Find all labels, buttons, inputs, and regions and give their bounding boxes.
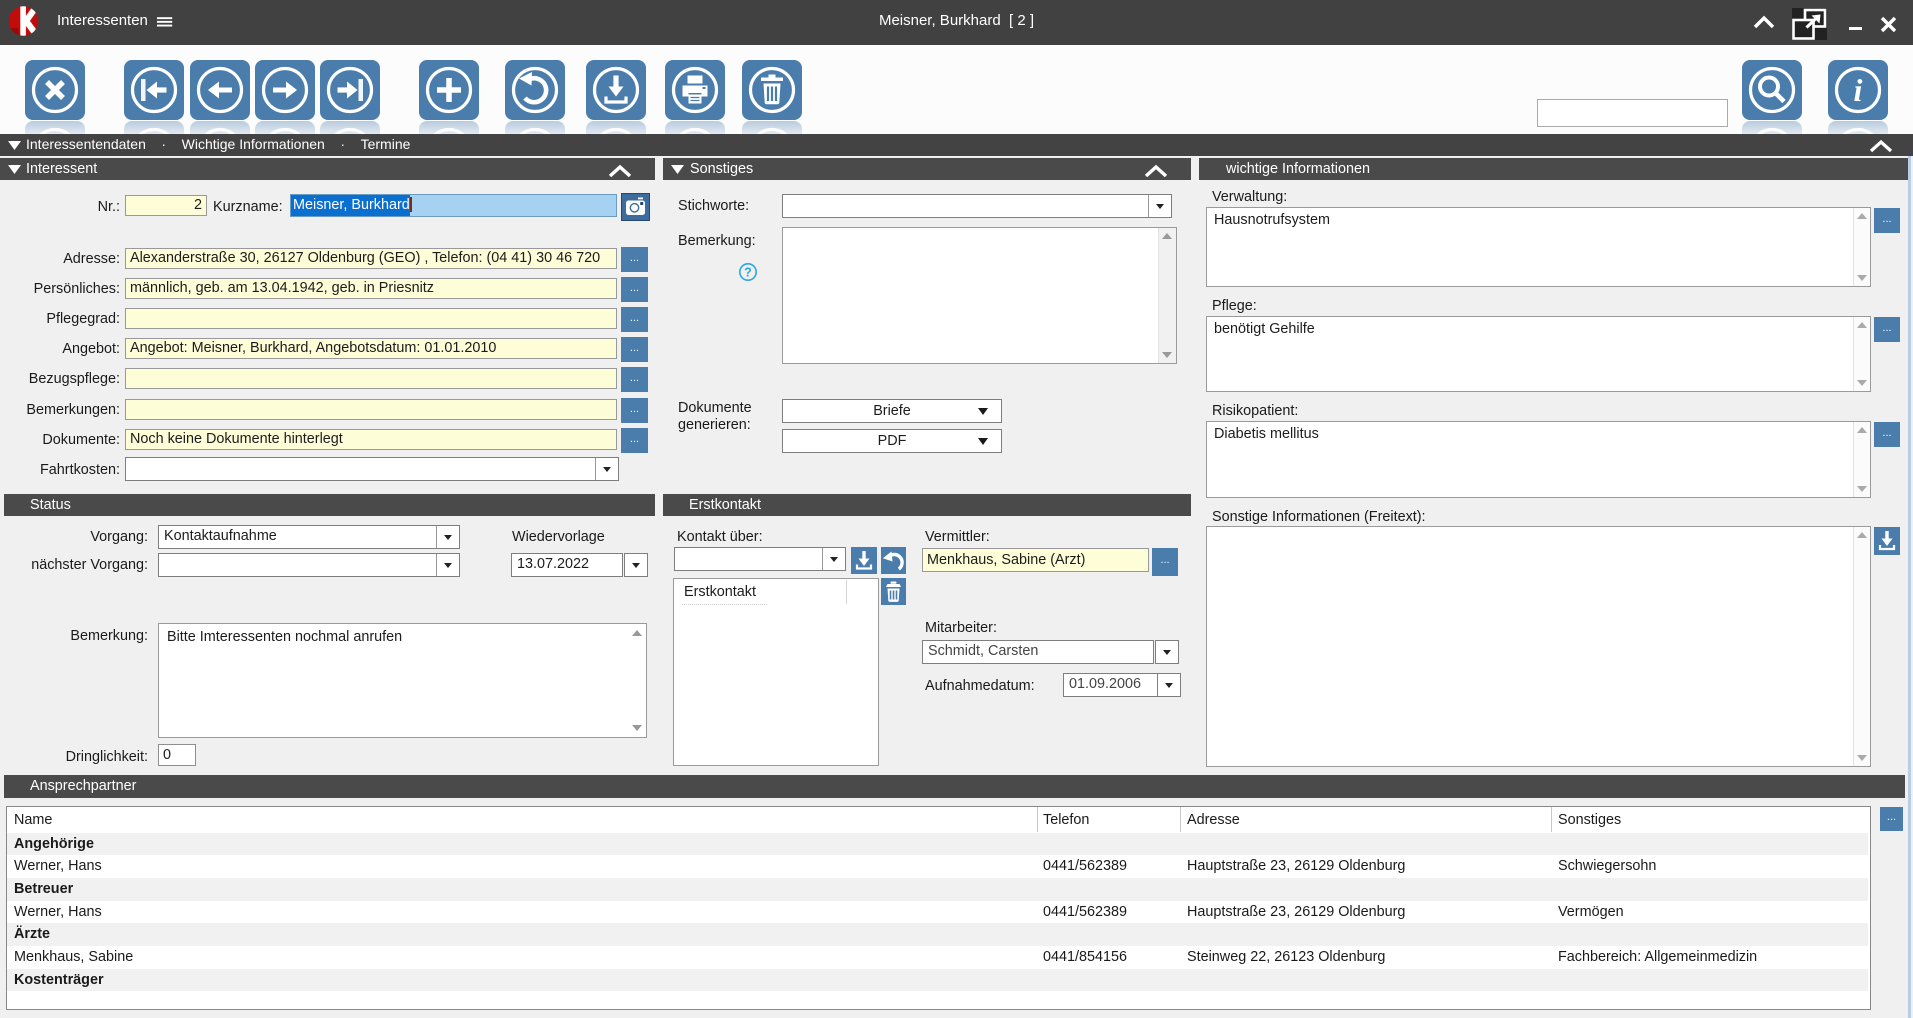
svg-text:i: i bbox=[1854, 72, 1863, 108]
svg-text:?: ? bbox=[744, 266, 752, 280]
